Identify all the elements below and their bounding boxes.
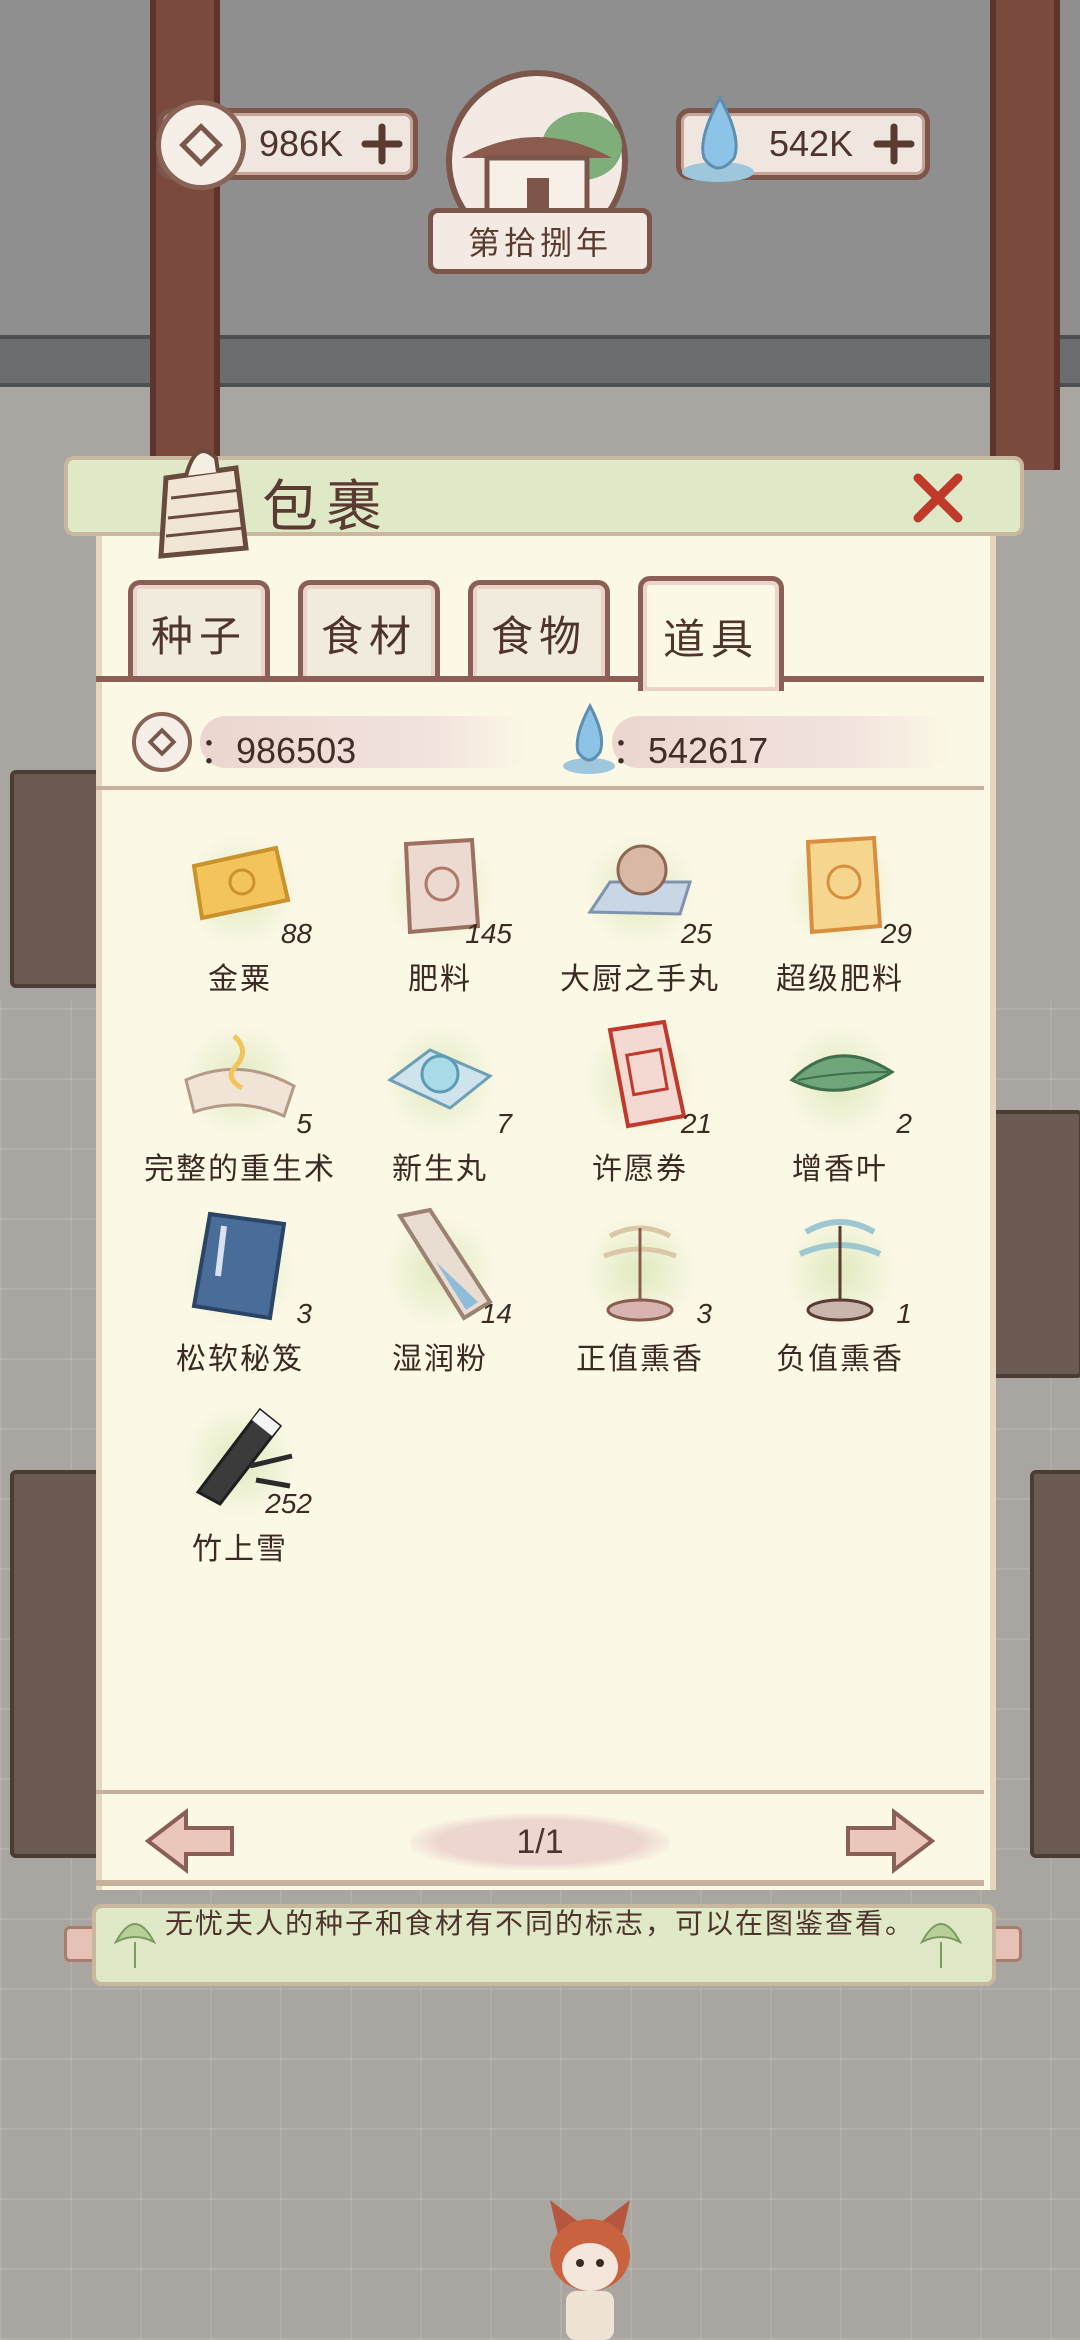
item-name: 新生丸: [392, 1152, 488, 1187]
background-pillar-right: [990, 0, 1060, 470]
basket-bag-icon: [158, 449, 249, 559]
copper-coin-icon: [156, 100, 246, 190]
background-pillar-left: [150, 0, 220, 470]
item-slot[interactable]: 145 肥料: [340, 826, 540, 1006]
item-slot[interactable]: 3 松软秘笈: [140, 1206, 340, 1386]
item-slot[interactable]: 3 正值熏香: [540, 1206, 740, 1386]
item-name: 负值熏香: [776, 1342, 904, 1377]
item-slot[interactable]: 88 金粟: [140, 826, 340, 1006]
incense-burner-icon: [603, 1225, 677, 1322]
panel-title: 包裹: [262, 475, 390, 540]
tab-underline: [96, 676, 984, 682]
water-amount: ：542617: [612, 730, 769, 771]
item-count: 2: [896, 1108, 912, 1139]
tip-text: 无忧夫人的种子和食材有不同的标志，可以在图鉴查看。: [164, 1907, 915, 1940]
crystal-pill-icon: [387, 1048, 493, 1110]
item-name: 许愿券: [592, 1152, 688, 1187]
panel-bottom-edge: [96, 1880, 984, 1886]
item-name: 肥料: [408, 962, 472, 997]
background-shelf-right-lower: [1030, 1470, 1080, 1858]
item-name: 竹上雪: [192, 1532, 288, 1567]
rebirth-scroll-icon: [184, 1034, 296, 1119]
close-icon[interactable]: [910, 470, 966, 526]
item-count: 145: [465, 918, 512, 949]
ginkgo-leaf-icon: [919, 1923, 963, 1968]
player-character-icon[interactable]: [540, 2195, 640, 2340]
item-count: 3: [696, 1298, 712, 1329]
ginkgo-leaf-icon: [113, 1923, 157, 1968]
blue-incense-icon: [798, 1219, 882, 1322]
item-slot[interactable]: 21 许愿券: [540, 1016, 740, 1196]
background-shelf-right: [985, 1110, 1080, 1378]
blue-book-icon: [191, 1211, 287, 1321]
item-slot[interactable]: 2 增香叶: [740, 1016, 940, 1196]
page-indicator: 1/1: [410, 1814, 670, 1870]
item-count: 252: [265, 1488, 312, 1519]
item-name: 金粟: [208, 962, 272, 997]
item-count: 29: [880, 918, 912, 949]
item-slot[interactable]: 25 大厨之手丸: [540, 826, 740, 1006]
item-count: 14: [480, 1298, 512, 1329]
water-drop-icon: [682, 94, 754, 182]
item-count: 3: [296, 1298, 312, 1329]
next-page-arrow-icon[interactable]: [842, 1806, 938, 1876]
item-name: 完整的重生术: [144, 1152, 336, 1187]
item-slot[interactable]: 7 新生丸: [340, 1016, 540, 1196]
coin-value: 986K: [259, 123, 344, 164]
item-name: 湿润粉: [392, 1342, 488, 1377]
background-cabinet-left: [10, 770, 108, 988]
year-label: 第拾捌年: [428, 208, 652, 274]
item-name: 增香叶: [792, 1152, 888, 1187]
pager-divider: [96, 1790, 984, 1794]
tab-tools[interactable]: 道具: [638, 576, 784, 691]
tab-ingredients[interactable]: 食材: [298, 580, 440, 681]
coin-small-icon: [132, 712, 192, 772]
background-shelf-left: [10, 1470, 108, 1858]
item-count: 88: [280, 918, 312, 949]
tab-food[interactable]: 食物: [468, 580, 610, 681]
item-name: 大厨之手丸: [560, 962, 720, 997]
water-value: 542K: [769, 123, 854, 164]
item-slot[interactable]: 29 超级肥料: [740, 826, 940, 1006]
add-coins-plus-icon[interactable]: [359, 121, 405, 167]
item-slot[interactable]: 252 竹上雪: [140, 1396, 340, 1576]
tab-seeds[interactable]: 种子: [128, 580, 270, 681]
item-slot[interactable]: 5 完整的重生术: [140, 1016, 340, 1196]
item-count: 5: [296, 1108, 312, 1139]
item-count: 7: [496, 1108, 512, 1139]
item-slot[interactable]: 1 负值熏香: [740, 1206, 940, 1386]
item-name: 松软秘笈: [176, 1342, 304, 1377]
item-count: 1: [896, 1298, 912, 1329]
item-name: 正值熏香: [576, 1342, 704, 1377]
item-slot[interactable]: 14 湿润粉: [340, 1206, 540, 1386]
item-count: 21: [680, 1108, 712, 1139]
coin-amount: ：986503: [200, 730, 357, 771]
add-water-plus-icon[interactable]: [871, 121, 917, 167]
green-leaf-icon: [789, 1054, 895, 1092]
currency-divider: [96, 786, 984, 790]
item-count: 25: [680, 918, 712, 949]
previous-page-arrow-icon[interactable]: [142, 1806, 238, 1876]
item-name: 超级肥料: [776, 962, 904, 997]
